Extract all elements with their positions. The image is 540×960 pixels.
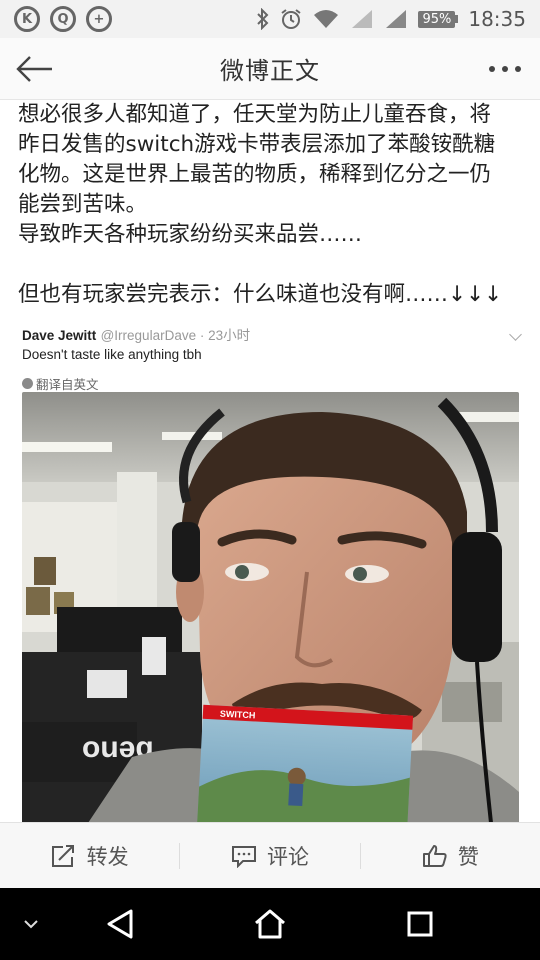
repost-label: 转发 bbox=[86, 844, 129, 869]
more-button[interactable] bbox=[470, 38, 540, 100]
like-button[interactable]: 赞 bbox=[361, 841, 540, 871]
like-icon bbox=[422, 844, 447, 867]
comment-icon bbox=[231, 845, 256, 868]
comment-button[interactable]: 评论 bbox=[180, 841, 359, 871]
alarm-icon bbox=[281, 9, 302, 29]
nav-recents-button[interactable] bbox=[390, 888, 450, 960]
q-app-icon: Q bbox=[50, 6, 76, 32]
k-app-icon: K bbox=[14, 6, 40, 32]
home-icon bbox=[255, 909, 285, 939]
repost-icon bbox=[51, 844, 74, 867]
status-time: 18:35 bbox=[468, 7, 526, 31]
battery-indicator: 95% bbox=[418, 10, 459, 28]
comment-label: 评论 bbox=[266, 844, 309, 869]
page-title: 微博正文 bbox=[220, 57, 320, 85]
translate-label: 翻译自英文 bbox=[36, 377, 99, 392]
post-line: 昨日发售的switch游戏卡带表层添加了苯酸铵酰糖 bbox=[18, 132, 496, 157]
recents-square-icon bbox=[407, 911, 433, 937]
system-nav-bar bbox=[0, 888, 540, 960]
nav-back-button[interactable] bbox=[90, 888, 150, 960]
more-dots-icon bbox=[489, 65, 521, 72]
tweet-author-handle: @IrregularDave · 23小时 bbox=[100, 328, 251, 343]
back-arrow-icon bbox=[16, 55, 52, 82]
post-photo[interactable]: ouəg SWITCH bbox=[22, 392, 519, 822]
signal-icon-sim1 bbox=[352, 10, 373, 28]
nav-home-button[interactable] bbox=[240, 888, 300, 960]
cartridge-label: SWITCH bbox=[220, 709, 256, 721]
post-line: 想必很多人都知道了，任天堂为防止儿童吞食，将 bbox=[18, 102, 492, 127]
tweet-author-name: Dave Jewitt bbox=[22, 328, 97, 343]
post-text: 想必很多人都知道了，任天堂为防止儿童吞食，将 昨日发售的switch游戏卡带表层… bbox=[0, 100, 540, 310]
embedded-tweet: Dave Jewitt @IrregularDave · 23小时 Doesn'… bbox=[0, 310, 540, 393]
back-button[interactable] bbox=[0, 38, 70, 100]
chevron-down-icon bbox=[24, 920, 38, 929]
repost-button[interactable]: 转发 bbox=[0, 841, 179, 871]
photo-illustration: ouəg SWITCH bbox=[22, 392, 519, 822]
post-content[interactable]: 想必很多人都知道了，任天堂为防止儿童吞食，将 昨日发售的switch游戏卡带表层… bbox=[0, 100, 540, 822]
battery-level: 95% bbox=[418, 10, 456, 28]
post-line: 但也有玩家尝完表示：什么味道也没有啊……↓↓↓ bbox=[18, 282, 503, 307]
plus-app-icon: + bbox=[86, 6, 112, 32]
action-bar: 转发 评论 赞 bbox=[0, 822, 540, 888]
status-bar: K Q + 95% 18:35 bbox=[0, 0, 540, 38]
status-notification-icons: K Q + bbox=[14, 6, 112, 32]
status-system-icons: 95% 18:35 bbox=[256, 7, 526, 31]
nav-bar: 微博正文 bbox=[0, 38, 540, 100]
bluetooth-icon bbox=[257, 8, 269, 30]
wifi-icon bbox=[314, 10, 339, 28]
back-triangle-icon bbox=[107, 909, 133, 939]
nav-collapse-button[interactable] bbox=[14, 888, 48, 960]
post-line: 化物。这是世界上最苦的物质，稀释到亿分之一仍 bbox=[18, 162, 492, 187]
tweet-header: Dave Jewitt @IrregularDave · 23小时 bbox=[22, 324, 518, 344]
battery-tip bbox=[455, 15, 459, 23]
post-line: 能尝到苦味。 bbox=[18, 192, 148, 217]
tweet-translate-note: 翻译自英文 bbox=[22, 374, 518, 393]
post-line: 导致昨天各种玩家纷纷买来品尝…… bbox=[18, 222, 363, 247]
like-label: 赞 bbox=[457, 844, 479, 869]
signal-icon-sim2 bbox=[386, 10, 407, 28]
tweet-body: Doesn't taste like anything tbh bbox=[22, 347, 202, 362]
globe-icon bbox=[22, 378, 33, 389]
